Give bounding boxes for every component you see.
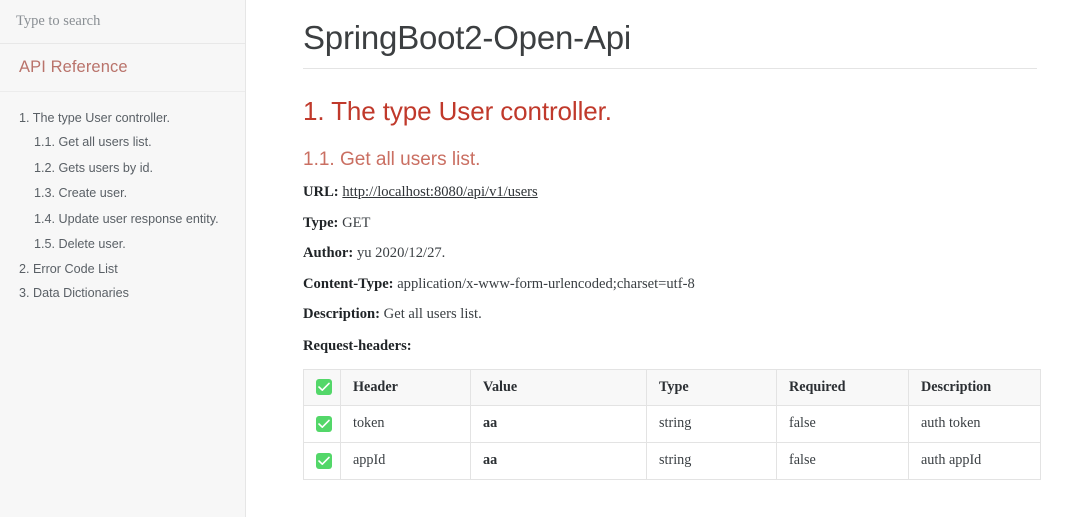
cell-description: auth token <box>909 405 1041 442</box>
meta-type-label: Type: <box>303 215 338 231</box>
meta-url-label: URL: <box>303 184 339 200</box>
row-select-cell[interactable] <box>304 442 341 479</box>
sidebar-item-error-code-list[interactable]: 2. Error Code List <box>0 258 245 282</box>
meta-content-type-label: Content-Type: <box>303 276 394 292</box>
table-head: Header Value Type Required Description <box>304 369 1041 405</box>
sidebar: API Reference 1. The type User controlle… <box>0 0 246 517</box>
meta-url: URL: http://localhost:8080/api/v1/users <box>303 171 1037 202</box>
cell-description: auth appId <box>909 442 1041 479</box>
request-headers-table-container: Header Value Type Required Description <box>303 355 1037 480</box>
column-header-required: Required <box>777 369 909 405</box>
cell-value: aa <box>471 405 647 442</box>
column-header-value: Value <box>471 369 647 405</box>
request-headers-table: Header Value Type Required Description <box>303 369 1041 480</box>
section-heading-1-1: 1.1. Get all users list. <box>303 127 1037 171</box>
search-container[interactable] <box>0 0 245 44</box>
check-icon[interactable] <box>316 453 332 469</box>
meta-content-type: Content-Type: application/x-www-form-url… <box>303 263 1037 294</box>
column-header-header: Header <box>341 369 471 405</box>
cell-type: string <box>647 405 777 442</box>
meta-type-value: GET <box>342 215 370 231</box>
sidebar-title-container: API Reference <box>0 44 245 92</box>
page-title: SpringBoot2-Open-Api <box>303 0 1037 69</box>
sidebar-item-create-user[interactable]: 1.3. Create user. <box>0 181 245 207</box>
check-icon[interactable] <box>316 379 332 395</box>
main-content: SpringBoot2-Open-Api 1. The type User co… <box>246 0 1080 517</box>
meta-description-label: Description: <box>303 306 380 322</box>
search-input[interactable] <box>16 13 245 30</box>
meta-author-label: Author: <box>303 245 353 261</box>
cell-required: false <box>777 405 909 442</box>
table-header-row: Header Value Type Required Description <box>304 369 1041 405</box>
sidebar-item-delete-user[interactable]: 1.5. Delete user. <box>0 232 245 258</box>
sidebar-item-user-controller[interactable]: 1. The type User controller. <box>0 106 245 130</box>
meta-description-value: Get all users list. <box>384 306 482 322</box>
sidebar-item-update-user[interactable]: 1.4. Update user response entity. <box>0 206 245 232</box>
sidebar-nav: 1. The type User controller. 1.1. Get al… <box>0 92 245 517</box>
column-header-description: Description <box>909 369 1041 405</box>
sidebar-item-gets-users-by-id[interactable]: 1.2. Gets users by id. <box>0 155 245 181</box>
cell-header: token <box>341 405 471 442</box>
check-icon[interactable] <box>316 416 332 432</box>
cell-value: aa <box>471 442 647 479</box>
app-root: API Reference 1. The type User controlle… <box>0 0 1080 517</box>
sidebar-title: API Reference <box>19 58 128 77</box>
meta-content-type-value: application/x-www-form-urlencoded;charse… <box>397 276 695 292</box>
request-headers-label: Request-headers: <box>303 324 1037 355</box>
column-header-type: Type <box>647 369 777 405</box>
meta-description: Description: Get all users list. <box>303 293 1037 324</box>
meta-type: Type: GET <box>303 202 1037 233</box>
cell-type: string <box>647 442 777 479</box>
column-header-select[interactable] <box>304 369 341 405</box>
table-body: token aa string false auth token <box>304 405 1041 479</box>
sidebar-item-get-all-users[interactable]: 1.1. Get all users list. <box>0 130 245 156</box>
row-select-cell[interactable] <box>304 405 341 442</box>
sidebar-item-data-dictionaries[interactable]: 3. Data Dictionaries <box>0 281 245 305</box>
section-heading-1: 1. The type User controller. <box>303 69 1037 127</box>
cell-required: false <box>777 442 909 479</box>
meta-author-value: yu 2020/12/27. <box>357 245 445 261</box>
table-row: token aa string false auth token <box>304 405 1041 442</box>
meta-author: Author: yu 2020/12/27. <box>303 232 1037 263</box>
endpoint-url-link[interactable]: http://localhost:8080/api/v1/users <box>342 184 537 200</box>
cell-header: appId <box>341 442 471 479</box>
table-row: appId aa string false auth appId <box>304 442 1041 479</box>
